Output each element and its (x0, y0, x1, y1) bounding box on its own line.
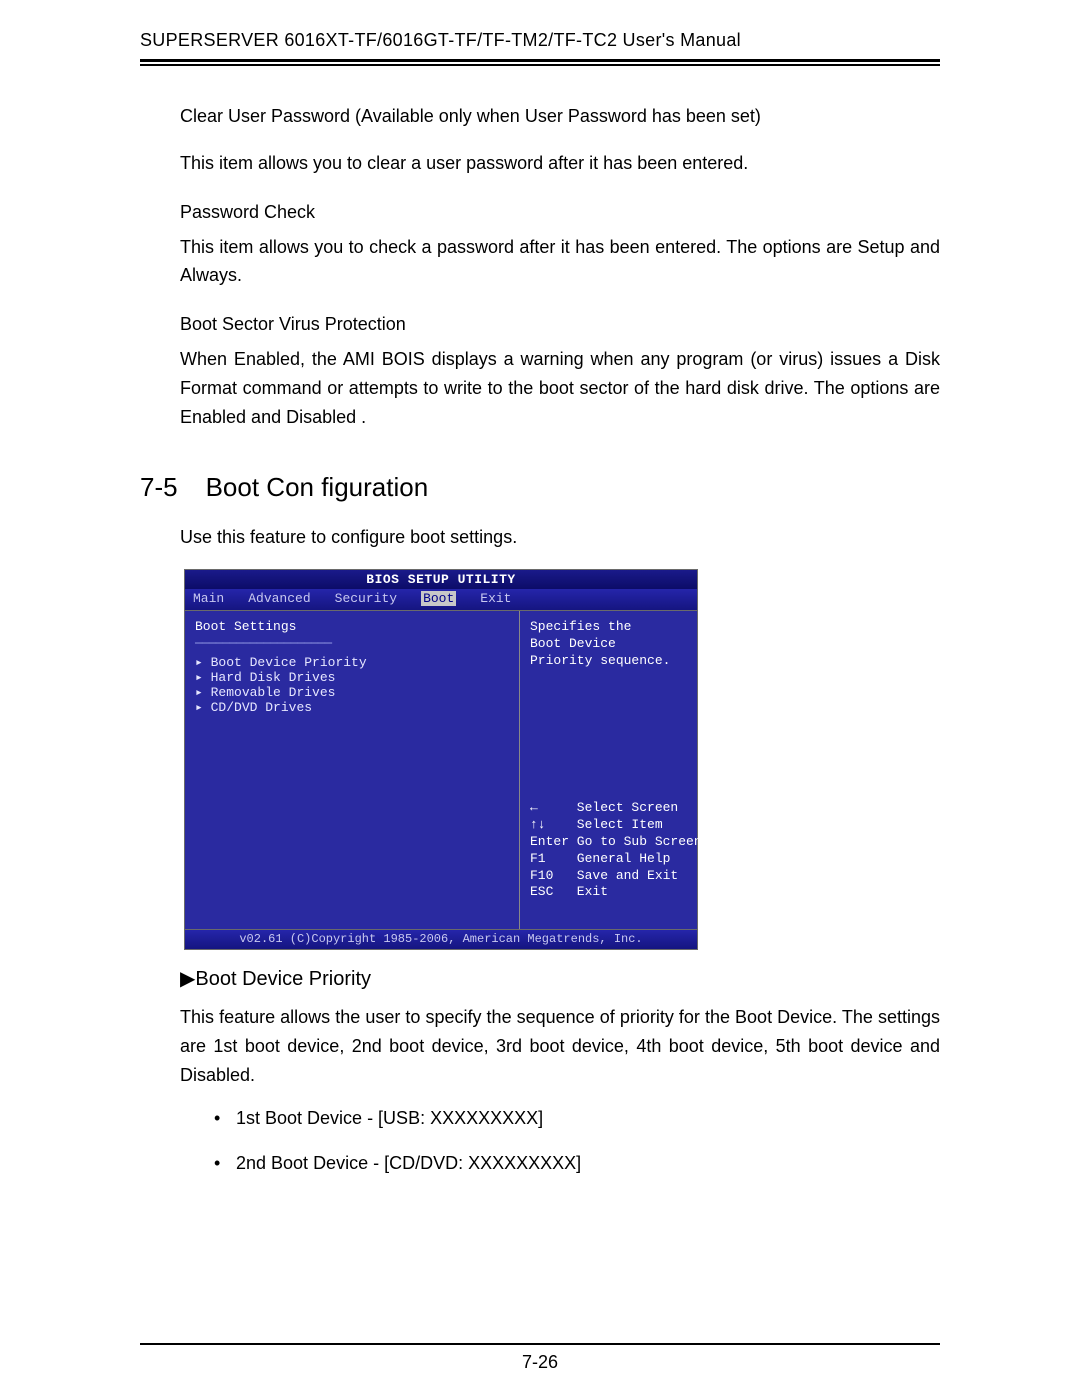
bios-tab-main: Main (193, 591, 224, 606)
boot-sector-head: Boot Sector Virus Protection (180, 314, 940, 335)
bios-menu: Main Advanced Security Boot Exit (185, 589, 697, 611)
bios-panel-header: Boot Settings (195, 619, 509, 634)
boot-sector-text: When Enabled, the AMI BOIS displays a wa… (180, 345, 940, 431)
clear-password-text: This item allows you to clear a user pas… (180, 149, 940, 178)
bios-item: ▸ Hard Disk Drives (195, 670, 509, 685)
page-header: SUPERSERVER 6016XT-TF/6016GT-TF/TF-TM2/T… (140, 30, 940, 59)
section-number: 7-5 (140, 472, 178, 503)
bios-tab-exit: Exit (480, 591, 511, 606)
section-intro: Use this feature to configure boot setti… (180, 523, 940, 552)
list-item: 1st Boot Device - [USB: XXXXXXXXX] (236, 1108, 940, 1129)
bios-screenshot: BIOS SETUP UTILITY Main Advanced Securit… (184, 569, 698, 950)
bios-left-panel: Boot Settings ──────────────────── ▸ Boo… (185, 611, 520, 929)
section-title: 7-5Boot Con figuration (140, 472, 940, 503)
sub-section-head: ▶Boot Device Priority (180, 966, 940, 991)
header-rule (140, 59, 940, 62)
list-item: 2nd Boot Device - [CD/DVD: XXXXXXXXX] (236, 1153, 940, 1174)
bios-separator: ──────────────────── (195, 636, 509, 651)
bios-tab-security: Security (335, 591, 397, 606)
sub-section-text: This feature allows the user to specify … (180, 1003, 940, 1089)
bios-tab-boot: Boot (421, 591, 456, 606)
password-check-head: Password Check (180, 202, 940, 223)
bios-item: ▸ Removable Drives (195, 685, 509, 700)
bios-help-text: Specifies the Boot Device Priority seque… (530, 619, 687, 670)
footer-rule (140, 1343, 940, 1345)
bios-item: ▸ Boot Device Priority (195, 655, 509, 670)
clear-password-head: Clear User Password (Available only when… (180, 102, 940, 131)
bios-footer: v02.61 (C)Copyright 1985-2006, American … (185, 929, 697, 949)
bios-key-legend: ← Select Screen ↑↓ Select Item Enter Go … (530, 800, 702, 901)
arrow-icon: ▶ (180, 966, 195, 991)
bios-tab-advanced: Advanced (248, 591, 310, 606)
bios-title: BIOS SETUP UTILITY (185, 570, 697, 589)
bios-item: ▸ CD/DVD Drives (195, 700, 509, 715)
bios-right-panel: Specifies the Boot Device Priority seque… (520, 611, 697, 929)
page-number: 7-26 (0, 1352, 1080, 1373)
password-check-text: This item allows you to check a password… (180, 233, 940, 291)
